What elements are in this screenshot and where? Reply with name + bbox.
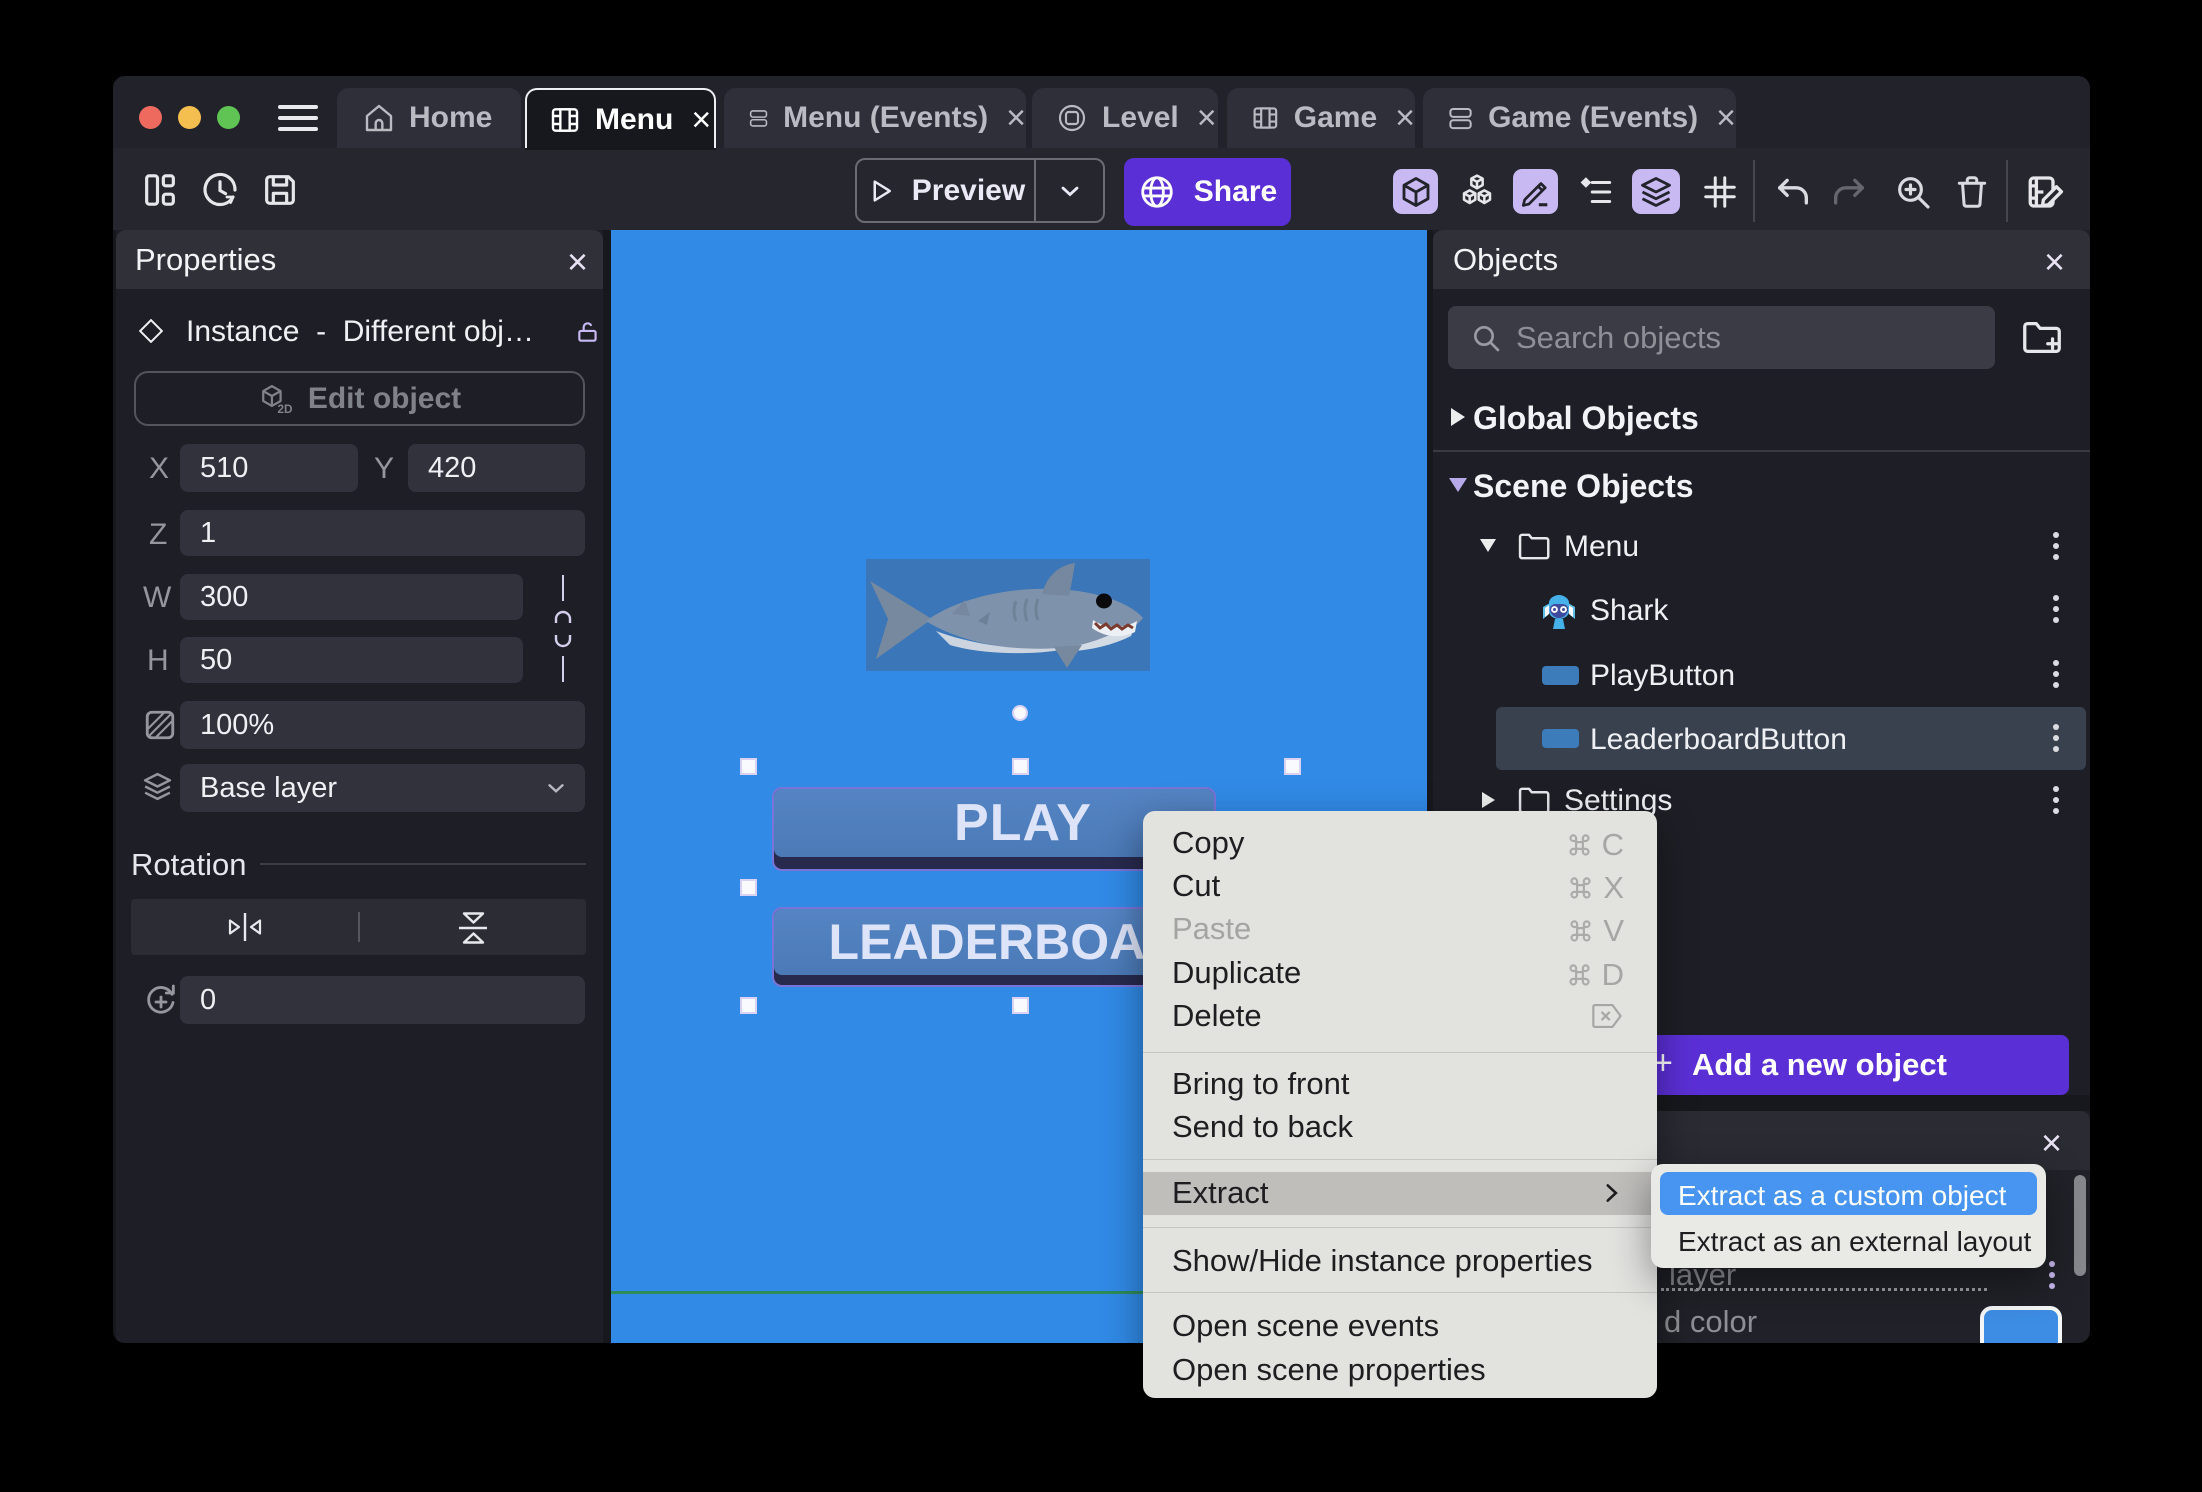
svg-text:2D: 2D <box>277 403 292 414</box>
